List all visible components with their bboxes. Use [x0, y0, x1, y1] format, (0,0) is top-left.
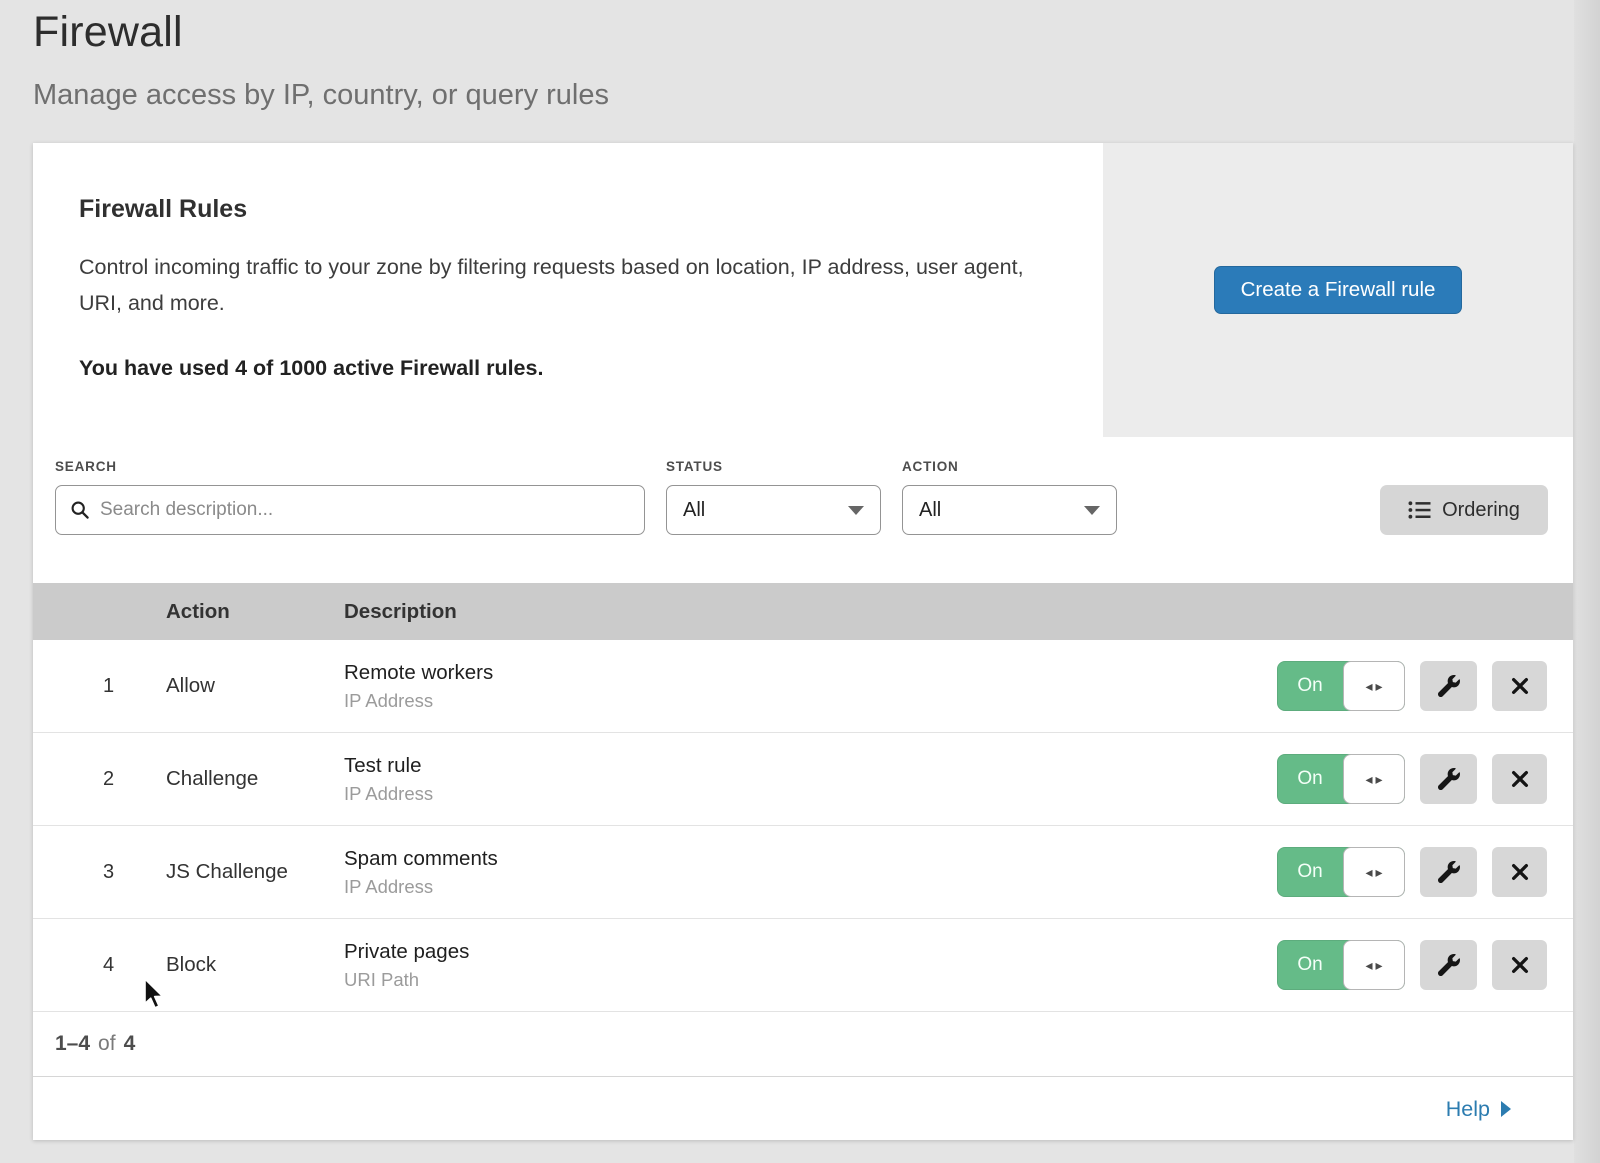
description-column-header: Description [344, 600, 1573, 624]
toggle-knob[interactable]: ◂▸ [1343, 847, 1405, 897]
rule-controls: On ◂▸ [1277, 661, 1573, 711]
table-row: 2 Challenge Test rule IP Address On ◂▸ [33, 733, 1573, 826]
close-icon [1510, 676, 1530, 696]
toggle-arrows-icon: ◂▸ [1365, 957, 1385, 974]
rule-controls: On ◂▸ [1277, 754, 1573, 804]
rule-description-cell: Private pages URI Path [344, 940, 1277, 991]
pagination-range: 1–4 [55, 1032, 90, 1056]
rule-description-cell: Spam comments IP Address [344, 847, 1277, 898]
help-link[interactable]: Help [1446, 1097, 1511, 1122]
search-icon [70, 500, 90, 520]
rule-description: Private pages [344, 940, 1277, 964]
close-icon [1510, 769, 1530, 789]
toggle-knob[interactable]: ◂▸ [1343, 940, 1405, 990]
rule-priority: 3 [33, 861, 166, 884]
rule-action: Challenge [166, 767, 344, 791]
rule-description-cell: Remote workers IP Address [344, 661, 1277, 712]
delete-rule-button[interactable] [1492, 847, 1547, 897]
rule-description: Remote workers [344, 661, 1277, 685]
help-link-label: Help [1446, 1097, 1490, 1122]
pagination-bar: 1–4 of 4 [33, 1012, 1573, 1077]
toggle-state-label: On [1277, 940, 1343, 990]
wrench-icon [1438, 675, 1460, 697]
action-select-value: All [919, 499, 941, 522]
pagination-of: of [98, 1032, 116, 1056]
chevron-down-icon [848, 506, 864, 515]
rule-match-field: IP Address [344, 690, 1277, 712]
toggle-state-label: On [1277, 661, 1343, 711]
ordered-list-icon [1408, 500, 1431, 520]
rule-priority: 2 [33, 768, 166, 791]
table-row: 1 Allow Remote workers IP Address On ◂▸ [33, 640, 1573, 733]
rule-enabled-toggle[interactable]: On ◂▸ [1277, 940, 1405, 990]
toggle-state-label: On [1277, 754, 1343, 804]
firewall-rules-card: Firewall Rules Control incoming traffic … [33, 143, 1573, 1140]
rule-action: JS Challenge [166, 860, 344, 884]
usage-note: You have used 4 of 1000 active Firewall … [79, 356, 1043, 381]
firewall-rules-intro: Firewall Rules Control incoming traffic … [33, 143, 1103, 437]
page-subtitle: Manage access by IP, country, or query r… [33, 79, 609, 112]
page-title: Firewall [33, 8, 183, 57]
action-column-header: Action [166, 600, 344, 624]
toggle-state-label: On [1277, 847, 1343, 897]
rule-controls: On ◂▸ [1277, 847, 1573, 897]
toggle-knob[interactable]: ◂▸ [1343, 754, 1405, 804]
search-label: SEARCH [55, 459, 117, 474]
rule-match-field: IP Address [344, 783, 1277, 805]
status-select[interactable]: All [666, 485, 881, 535]
ordering-button-label: Ordering [1442, 499, 1520, 522]
rules-table-body: 1 Allow Remote workers IP Address On ◂▸ [33, 640, 1573, 1012]
toggle-arrows-icon: ◂▸ [1365, 864, 1385, 881]
edit-rule-button[interactable] [1420, 847, 1477, 897]
table-row: 3 JS Challenge Spam comments IP Address … [33, 826, 1573, 919]
create-firewall-rule-button[interactable]: Create a Firewall rule [1214, 266, 1463, 314]
edit-rule-button[interactable] [1420, 661, 1477, 711]
rule-action: Allow [166, 674, 344, 698]
table-row: 4 Block Private pages URI Path On ◂▸ [33, 919, 1573, 1012]
wrench-icon [1438, 768, 1460, 790]
delete-rule-button[interactable] [1492, 661, 1547, 711]
chevron-down-icon [1084, 506, 1100, 515]
rule-enabled-toggle[interactable]: On ◂▸ [1277, 661, 1405, 711]
card-description: Control incoming traffic to your zone by… [79, 249, 1029, 321]
action-select[interactable]: All [902, 485, 1117, 535]
wrench-icon [1438, 861, 1460, 883]
rule-action: Block [166, 953, 344, 977]
rule-description: Test rule [344, 754, 1277, 778]
rule-priority: 4 [33, 954, 166, 977]
table-header-row: Action Description [33, 583, 1573, 640]
toggle-arrows-icon: ◂▸ [1365, 771, 1385, 788]
close-icon [1510, 955, 1530, 975]
rule-enabled-toggle[interactable]: On ◂▸ [1277, 754, 1405, 804]
status-label: STATUS [666, 459, 723, 474]
card-footer: Help [33, 1077, 1573, 1141]
rule-match-field: IP Address [344, 876, 1277, 898]
toggle-knob[interactable]: ◂▸ [1343, 661, 1405, 711]
close-icon [1510, 862, 1530, 882]
rule-description: Spam comments [344, 847, 1277, 871]
rule-enabled-toggle[interactable]: On ◂▸ [1277, 847, 1405, 897]
edit-rule-button[interactable] [1420, 754, 1477, 804]
rule-priority: 1 [33, 675, 166, 698]
delete-rule-button[interactable] [1492, 940, 1547, 990]
wrench-icon [1438, 954, 1460, 976]
firewall-page: Firewall Manage access by IP, country, o… [0, 0, 1600, 1163]
search-box [55, 485, 645, 535]
status-select-value: All [683, 499, 705, 522]
create-rule-panel: Create a Firewall rule [1103, 143, 1573, 437]
chevron-right-icon [1501, 1101, 1511, 1117]
rule-controls: On ◂▸ [1277, 940, 1573, 990]
edit-rule-button[interactable] [1420, 940, 1477, 990]
firewall-rules-header-section: Firewall Rules Control incoming traffic … [33, 143, 1573, 437]
pagination-total: 4 [124, 1032, 136, 1056]
ordering-button[interactable]: Ordering [1380, 485, 1548, 535]
filters-bar: SEARCH STATUS All ACTION All [33, 437, 1573, 583]
search-input[interactable] [100, 499, 630, 521]
toggle-arrows-icon: ◂▸ [1365, 678, 1385, 695]
action-label: ACTION [902, 459, 959, 474]
card-title: Firewall Rules [79, 195, 1043, 224]
rule-match-field: URI Path [344, 969, 1277, 991]
delete-rule-button[interactable] [1492, 754, 1547, 804]
rule-description-cell: Test rule IP Address [344, 754, 1277, 805]
